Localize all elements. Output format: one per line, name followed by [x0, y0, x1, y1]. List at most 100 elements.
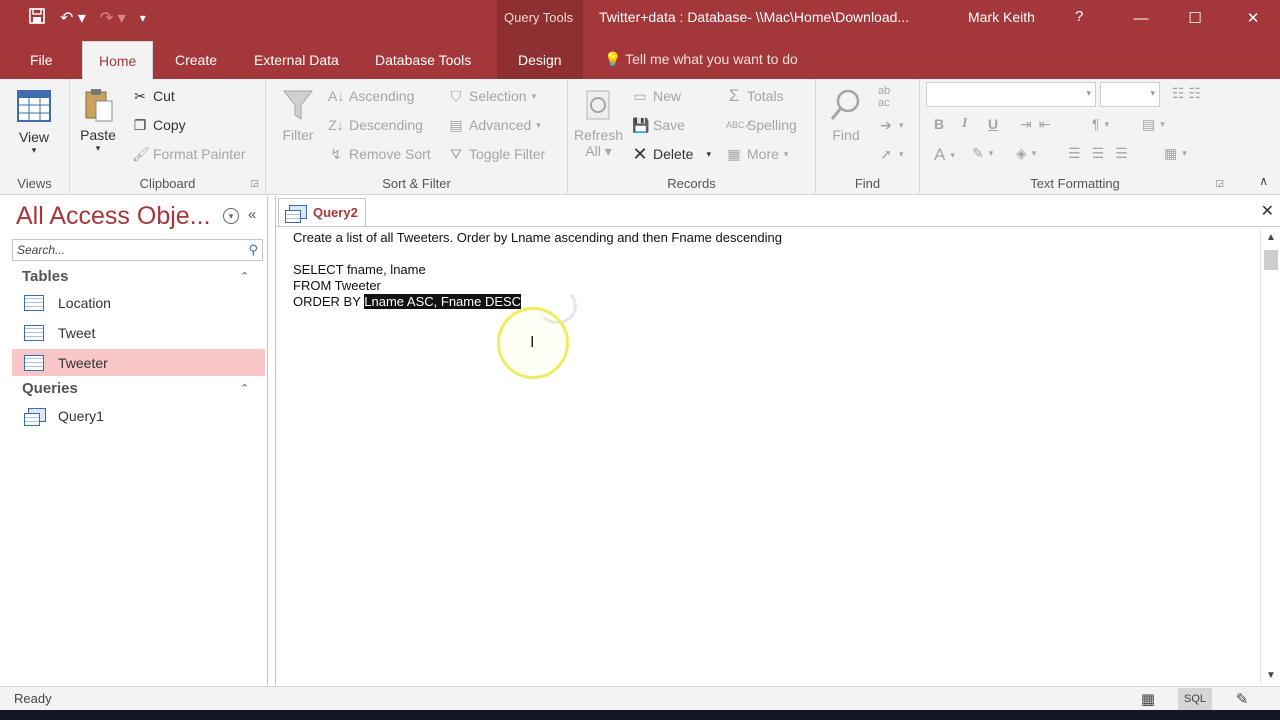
scroll-up-icon[interactable]: ▲: [1266, 232, 1276, 243]
search-icon[interactable]: ⚲: [248, 242, 258, 258]
advanced-button[interactable]: ▤ Advanced ▾: [448, 117, 540, 133]
font-color-button[interactable]: A ▾: [934, 145, 955, 165]
alignment-buttons[interactable]: ☰ ☰ ☰: [1068, 145, 1134, 162]
advanced-label: Advanced: [469, 117, 532, 133]
collapse-queries-icon[interactable]: ⌃: [240, 382, 249, 395]
nav-section-queries[interactable]: Queries: [22, 380, 78, 397]
scroll-thumb[interactable]: [1264, 250, 1278, 270]
collapse-tables-icon[interactable]: ⌃: [240, 270, 249, 283]
dialog-launcher-icon[interactable]: ◲: [250, 178, 259, 189]
nav-search-input[interactable]: Search... ⚲: [12, 239, 263, 261]
descending-button[interactable]: Z↓ Descending: [328, 117, 423, 133]
delete-record-button[interactable]: ✕ Delete ▾: [632, 145, 711, 163]
copy-button[interactable]: ❐ Copy: [132, 117, 186, 133]
help-button[interactable]: ?: [1075, 8, 1083, 25]
font-name-dropdown[interactable]: ▾: [926, 82, 1096, 107]
fill-color-button[interactable]: ◈ ▾: [1016, 145, 1036, 162]
document-tab-query2[interactable]: Query2: [278, 198, 366, 226]
alt-row-dropdown-icon: ▾: [1160, 119, 1165, 129]
ibeam-cursor-icon: I: [530, 334, 535, 351]
bold-button[interactable]: B: [934, 116, 944, 132]
sql-view-button[interactable]: SQL: [1178, 688, 1212, 710]
nav-section-tables[interactable]: Tables: [22, 268, 68, 285]
remove-sort-button[interactable]: ↯ Remove Sort: [328, 146, 431, 162]
paste-button[interactable]: Paste ▾: [80, 87, 116, 154]
pointer-icon: ➚: [880, 146, 892, 162]
spelling-button[interactable]: ABC✓ Spelling: [726, 117, 797, 133]
nav-menu-dropdown-icon[interactable]: ▾: [223, 208, 239, 224]
totals-label: Totals: [747, 88, 784, 104]
user-name[interactable]: Mark Keith: [968, 9, 1035, 25]
datasheet-view-button[interactable]: ▦: [1131, 688, 1165, 710]
document-title: Twitter+data : Database- \\Mac\Home\Down…: [599, 9, 910, 25]
view-button[interactable]: View ▾: [16, 89, 52, 156]
fill-dropdown-icon: ▾: [1031, 148, 1037, 158]
shutter-collapse-icon[interactable]: «: [248, 206, 256, 223]
goto-button[interactable]: ➔ ▾: [878, 117, 903, 133]
gridlines-button[interactable]: ▦ ▾: [1164, 145, 1187, 162]
selection-button[interactable]: ⛉ Selection ▾: [448, 88, 536, 104]
tab-external-data[interactable]: External Data: [254, 48, 339, 72]
italic-button[interactable]: I: [962, 116, 967, 132]
cut-label: Cut: [153, 88, 175, 104]
nav-pane-title[interactable]: All Access Obje...: [16, 202, 211, 231]
undo-icon[interactable]: ↶ ▾: [60, 8, 86, 28]
totals-button[interactable]: Σ Totals: [726, 87, 784, 104]
ribbon: View ▾ Views Paste ▾ ✂ Cut ❐ Copy 🖌 Format …: [0, 79, 1280, 195]
maximize-button[interactable]: ☐: [1172, 0, 1218, 36]
more-button[interactable]: ▦ More ▾: [726, 146, 788, 162]
customize-qat-icon[interactable]: ▾: [140, 11, 146, 25]
nav-item-tweet[interactable]: Tweet: [12, 319, 265, 346]
new-record-button[interactable]: ▭ New: [632, 88, 681, 104]
context-tab-label: Query Tools: [504, 10, 574, 25]
text-formatting-launcher-icon[interactable]: ◲: [1215, 178, 1224, 189]
tab-home[interactable]: Home: [82, 41, 154, 79]
nav-item-label: Location: [58, 294, 111, 311]
save-icon[interactable]: [28, 7, 46, 30]
collapse-ribbon-icon[interactable]: ∧: [1259, 174, 1268, 188]
font-size-dropdown[interactable]: ▾: [1100, 82, 1160, 107]
format-painter-button[interactable]: 🖌 Format Painter: [132, 146, 246, 162]
sql-editor[interactable]: Create a list of all Tweeters. Order by …: [293, 230, 782, 310]
filter-button[interactable]: Filter: [280, 87, 316, 143]
sort-filter-group-label: Sort & Filter: [382, 176, 451, 191]
design-view-button[interactable]: ✎: [1225, 688, 1259, 710]
find-button[interactable]: Find: [828, 87, 864, 143]
minimize-button[interactable]: —: [1118, 0, 1164, 36]
tell-me-box[interactable]: 💡 Tell me what you want to do: [604, 51, 798, 68]
scroll-down-icon[interactable]: ▼: [1266, 670, 1276, 681]
magnifier-icon: [830, 89, 860, 120]
sql-line: FROM Tweeter: [293, 278, 381, 293]
text-formatting-group-label: Text Formatting: [1030, 176, 1120, 191]
spelling-label: Spelling: [747, 117, 797, 133]
alternate-row-color-button[interactable]: ▤ ▾: [1142, 116, 1165, 133]
save-record-button[interactable]: 💾 Save: [632, 117, 685, 133]
tab-file[interactable]: File: [30, 48, 53, 72]
nav-item-location[interactable]: Location: [12, 289, 265, 316]
redo-icon[interactable]: ↷ ▾: [100, 8, 126, 28]
indent-buttons[interactable]: ⇥ ⇤: [1020, 116, 1052, 133]
cut-button[interactable]: ✂ Cut: [132, 88, 175, 104]
nav-item-query1[interactable]: Query1: [12, 402, 265, 429]
tab-create[interactable]: Create: [175, 48, 217, 72]
gridlines-dropdown-icon: ▾: [1182, 148, 1187, 158]
ascending-button[interactable]: A↓ Ascending: [328, 88, 414, 104]
vertical-scrollbar[interactable]: ▲ ▼: [1260, 228, 1280, 685]
paragraph-direction-button[interactable]: ¶ ▾: [1092, 116, 1109, 132]
list-buttons[interactable]: ☷ ☷: [1172, 85, 1201, 102]
highlight-button[interactable]: ✎ ▾: [972, 145, 993, 162]
font-color-label: A: [934, 145, 946, 164]
sql-line: SELECT fname, lname: [293, 262, 426, 277]
title-bar: ↶ ▾ ↷ ▾ ▾ Query Tools Twitter+data : Dat…: [0, 0, 1280, 79]
find-label: Find: [832, 127, 860, 143]
nav-item-tweeter[interactable]: Tweeter: [12, 349, 265, 376]
toggle-filter-button[interactable]: ⛛ Toggle Filter: [448, 146, 545, 162]
close-document-icon[interactable]: ✕: [1261, 201, 1274, 221]
underline-button[interactable]: U: [988, 116, 998, 132]
tab-database-tools[interactable]: Database Tools: [375, 48, 471, 72]
select-button[interactable]: ➚ ▾: [878, 146, 903, 162]
close-window-button[interactable]: ✕: [1230, 0, 1276, 36]
tab-design[interactable]: Design: [518, 48, 562, 72]
replace-button[interactable]: ab ac: [878, 85, 890, 109]
refresh-all-button[interactable]: Refresh All ▾: [574, 87, 623, 160]
